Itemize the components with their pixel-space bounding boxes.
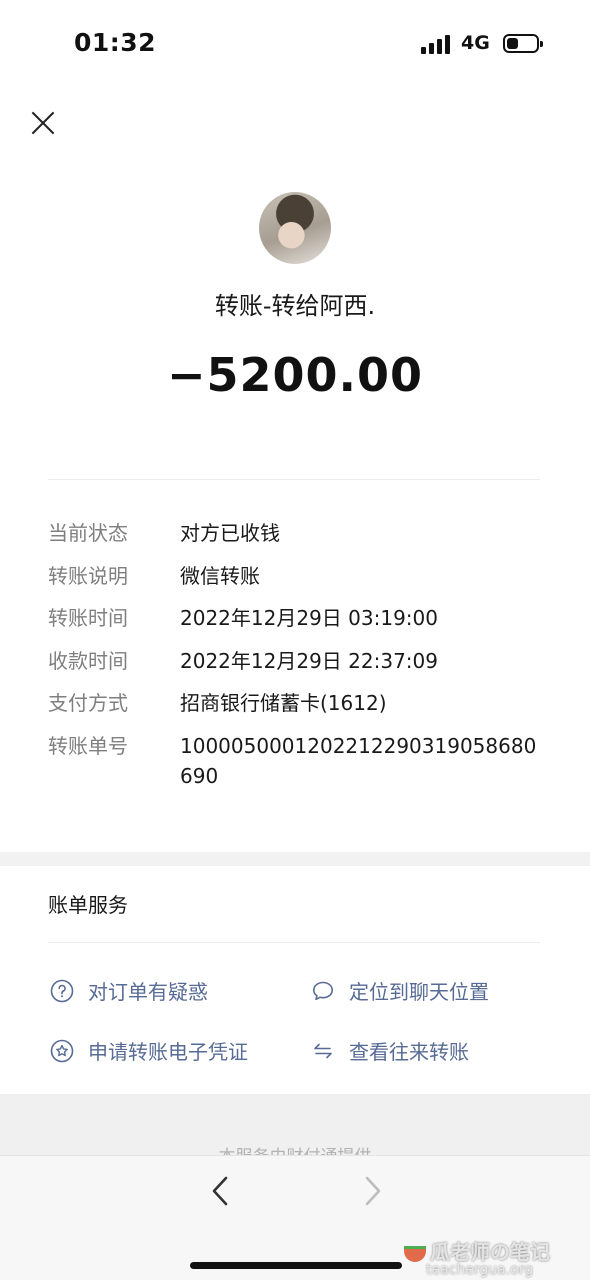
detail-row-transfer-time: 转账时间 2022年12月29日 03:19:00: [48, 603, 540, 646]
detail-label: 支付方式: [48, 691, 128, 715]
detail-row-status: 当前状态 对方已收钱: [48, 518, 540, 561]
transaction-id: 1000050001202212290319058680690: [180, 733, 537, 788]
locate-chat-link[interactable]: 定位到聊天位置: [311, 976, 489, 1005]
chevron-right-icon: [365, 1176, 381, 1206]
service-label: 申请转账电子凭证: [88, 1040, 248, 1064]
status-bar: 01:32 4G: [0, 0, 590, 88]
network-type: 4G: [461, 32, 490, 54]
detail-value: 微信转账: [180, 563, 260, 588]
avatar: [259, 192, 331, 264]
divider: [48, 479, 540, 480]
detail-row-transaction-id: 转账单号 1000050001202212290319058680690: [48, 731, 540, 805]
divider: [48, 942, 540, 943]
transfer-title: 转账-转给阿西.: [214, 292, 376, 320]
section-separator: [0, 852, 590, 866]
chat-bubble-icon: [311, 979, 335, 1003]
transfer-amount: −5200.00: [166, 348, 424, 402]
home-indicator[interactable]: [190, 1262, 402, 1269]
forward-button[interactable]: [357, 1174, 387, 1208]
watermark-name: 瓜老师の笔记: [404, 1236, 550, 1265]
detail-label: 转账说明: [48, 563, 128, 588]
detail-value: 2022年12月29日 03:19:00: [180, 606, 438, 630]
chevron-left-icon: [212, 1176, 228, 1206]
footer-note: 本服务由财付通提供: [0, 1142, 590, 1156]
service-label: 对订单有疑惑: [88, 980, 208, 1004]
status-time: 01:32: [74, 28, 157, 57]
close-button[interactable]: [28, 108, 58, 138]
view-transfers-link[interactable]: 查看往来转账: [311, 1036, 469, 1065]
watermark-text: 瓜老师の笔记: [430, 1240, 550, 1264]
signal-icon: [421, 34, 453, 54]
battery-icon: [503, 34, 543, 53]
detail-value: 对方已收钱: [180, 521, 280, 545]
watermark-site: teachergua.org: [426, 1262, 534, 1278]
detail-row-payment-method: 支付方式 招商银行储蓄卡(1612): [48, 688, 540, 731]
star-badge-icon: [50, 1039, 74, 1063]
services-title: 账单服务: [48, 893, 128, 917]
watermelon-icon: [404, 1245, 426, 1262]
detail-label: 转账时间: [48, 606, 128, 630]
detail-value: 招商银行储蓄卡(1612): [180, 691, 387, 715]
service-label: 定位到聊天位置: [349, 980, 489, 1004]
detail-row-description: 转账说明 微信转账: [48, 561, 540, 604]
detail-label: 转账单号: [48, 733, 128, 758]
swap-arrows-icon: [311, 1039, 335, 1063]
detail-label: 当前状态: [48, 521, 128, 545]
detail-value: 2022年12月29日 22:37:09: [180, 648, 438, 673]
back-button[interactable]: [206, 1174, 236, 1208]
detail-label: 收款时间: [48, 648, 128, 673]
service-label: 查看往来转账: [349, 1040, 469, 1064]
transfer-details: 当前状态 对方已收钱 转账说明 微信转账 转账时间 2022年12月29日 03…: [48, 518, 540, 805]
question-circle-icon: [50, 979, 74, 1003]
detail-row-receive-time: 收款时间 2022年12月29日 22:37:09: [48, 646, 540, 689]
question-order-link[interactable]: 对订单有疑惑: [50, 976, 208, 1005]
request-receipt-link[interactable]: 申请转账电子凭证: [50, 1036, 248, 1065]
